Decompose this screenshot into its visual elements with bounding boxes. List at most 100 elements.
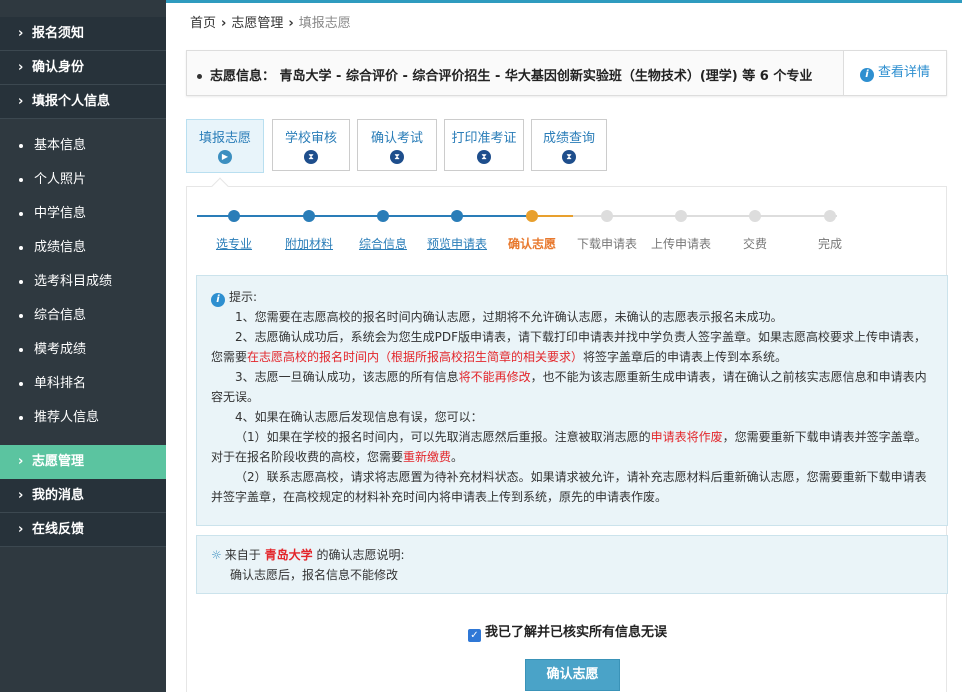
sidebar-subitem-label: 选考科目成绩 <box>34 274 113 289</box>
sidebar-subitem-scores[interactable]: 成绩信息 <box>0 231 166 265</box>
hourglass-icon: ⧗ <box>390 150 404 164</box>
step-attachments[interactable]: 附加材料 <box>285 235 333 252</box>
breadcrumb: 首页 › 志愿管理 › 填报志愿 <box>190 12 351 31</box>
play-icon: ▶ <box>218 150 232 164</box>
bullet-icon <box>19 314 23 318</box>
sidebar-item-label: 我的消息 <box>32 488 85 503</box>
sidebar-subitem-label: 模考成绩 <box>34 342 87 357</box>
bullet-icon <box>197 74 202 79</box>
sidebar: › 报名须知 › 确认身份 › 填报个人信息 基本信息 个人照片 中学信息 成绩信息 … <box>0 0 166 692</box>
step-dot-done <box>451 210 463 222</box>
tab-label: 确认考试 <box>370 131 423 146</box>
sidebar-subitem-school[interactable]: 中学信息 <box>0 197 166 231</box>
sidebar-item-label: 志愿管理 <box>32 454 85 469</box>
chevron-right-icon: › <box>18 488 24 503</box>
sidebar-subitem-label: 成绩信息 <box>34 240 87 255</box>
step-dot-done <box>377 210 389 222</box>
tip-item-1: 1、您需要在志愿高校的报名时间内确认志愿，过期将不允许确认志愿，未确认的志愿表示… <box>235 310 783 324</box>
step-dot-todo <box>601 210 613 222</box>
sidebar-subitem-referee[interactable]: 推荐人信息 <box>0 401 166 435</box>
bullet-icon <box>19 348 23 352</box>
tab-label: 填报志愿 <box>198 131 251 146</box>
lightbulb-icon: ☼ <box>211 548 222 562</box>
breadcrumb-parent[interactable]: 志愿管理 <box>231 16 283 31</box>
sidebar-subitem-label: 单科排名 <box>34 376 87 391</box>
application-info-bar: 志愿信息： 青岛大学 - 综合评价 - 综合评价招生 - 华大基因创新实验班（生… <box>186 50 947 96</box>
tip-item-4: 4、如果在确认志愿后发现信息有误，您可以： <box>235 410 483 424</box>
sidebar-subitem-label: 中学信息 <box>34 206 87 221</box>
hourglass-icon: ⧗ <box>477 150 491 164</box>
sidebar-item-label: 报名须知 <box>32 26 85 41</box>
bullet-icon <box>19 416 23 420</box>
tip-item-6: （2）联系志愿高校，请求将志愿置为待补充材料状态。如果请求被允许，请补充志愿材料… <box>211 470 927 504</box>
tab-print-admission[interactable]: 打印准考证 ⧗ <box>444 119 524 171</box>
step-dot-todo <box>824 210 836 222</box>
step-dot-done <box>228 210 240 222</box>
school-name: 青岛大学 <box>264 548 313 562</box>
tip-title: i 提示: <box>211 287 933 307</box>
school-note-box: ☼ 来自于 青岛大学 的确认志愿说明: 确认志愿后，报名信息不能修改 <box>196 535 948 594</box>
step-dot-current <box>526 210 538 222</box>
sidebar-subitem-label: 推荐人信息 <box>34 410 100 425</box>
bullet-icon <box>19 246 23 250</box>
bullet-icon <box>19 178 23 182</box>
sidebar-subitem-mock-scores[interactable]: 模考成绩 <box>0 333 166 367</box>
step-comprehensive-info[interactable]: 综合信息 <box>359 235 407 252</box>
bullet-icon <box>19 280 23 284</box>
sidebar-item-personal-info[interactable]: › 填报个人信息 <box>0 85 166 119</box>
sidebar-item-label: 在线反馈 <box>32 522 85 537</box>
tab-label: 成绩查询 <box>542 131 595 146</box>
sidebar-item-feedback[interactable]: › 在线反馈 <box>0 513 166 547</box>
tip-item-2: 2、志愿确认成功后，系统会为您生成PDF版申请表，请下载打印申请表并找中学负责人… <box>211 330 927 364</box>
breadcrumb-separator-icon: › <box>221 16 227 31</box>
panel-arrow <box>211 177 229 195</box>
step-payment: 交费 <box>742 237 768 251</box>
checkbox-checked-icon[interactable]: ✓ <box>468 629 481 642</box>
view-details-label: 查看详情 <box>877 65 930 80</box>
hourglass-icon: ⧗ <box>562 150 576 164</box>
school-note-body: 确认志愿后，报名信息不能修改 <box>230 568 399 582</box>
bullet-icon <box>19 382 23 386</box>
confirm-application-button[interactable]: 确认志愿 <box>525 659 620 691</box>
chevron-right-icon: › <box>18 454 24 469</box>
sidebar-subitem-label: 个人照片 <box>34 172 87 187</box>
breadcrumb-home[interactable]: 首页 <box>190 16 216 31</box>
step-select-major[interactable]: 选专业 <box>216 235 252 252</box>
step-dot-todo <box>749 210 761 222</box>
sidebar-item-confirm-identity[interactable]: › 确认身份 <box>0 51 166 85</box>
sidebar-subitem-comprehensive[interactable]: 综合信息 <box>0 299 166 333</box>
info-icon: i <box>859 68 874 82</box>
sidebar-subitem-label: 综合信息 <box>34 308 87 323</box>
sidebar-item-application-management[interactable]: › 志愿管理 <box>0 445 166 479</box>
step-preview-form[interactable]: 预览申请表 <box>427 235 487 252</box>
view-details-button[interactable]: i 查看详情 <box>843 51 946 95</box>
tab-label: 打印准考证 <box>451 131 517 146</box>
sidebar-subitem-elective-scores[interactable]: 选考科目成绩 <box>0 265 166 299</box>
step-complete: 完成 <box>817 237 843 251</box>
application-info: 志愿信息： 青岛大学 - 综合评价 - 综合评价招生 - 华大基因创新实验班（生… <box>197 65 812 84</box>
chevron-right-icon: › <box>18 60 24 75</box>
sidebar-subitem-photo[interactable]: 个人照片 <box>0 163 166 197</box>
sidebar-subitem-basic-info[interactable]: 基本信息 <box>0 129 166 163</box>
step-panel: 选专业 附加材料 综合信息 预览申请表 确认志愿 下载申请表 上传申请表 交费 … <box>186 177 948 692</box>
tab-fill-application[interactable]: 填报志愿 ▶ <box>186 119 264 173</box>
sidebar-item-notice[interactable]: › 报名须知 <box>0 17 166 51</box>
bullet-icon <box>19 144 23 148</box>
step-dot-todo <box>675 210 687 222</box>
tab-school-review[interactable]: 学校审核 ⧗ <box>272 119 350 171</box>
sidebar-item-label: 确认身份 <box>32 60 85 75</box>
school-note-header: ☼ 来自于 青岛大学 的确认志愿说明: <box>211 548 405 562</box>
sidebar-item-messages[interactable]: › 我的消息 <box>0 479 166 513</box>
hourglass-icon: ⧗ <box>304 150 318 164</box>
tab-confirm-exam[interactable]: 确认考试 ⧗ <box>357 119 437 171</box>
step-dot-done <box>303 210 315 222</box>
chevron-right-icon: › <box>18 522 24 537</box>
sidebar-subitem-subject-rank[interactable]: 单科排名 <box>0 367 166 401</box>
tab-score-query[interactable]: 成绩查询 ⧗ <box>531 119 607 171</box>
progress-steps: 选专业 附加材料 综合信息 预览申请表 确认志愿 下载申请表 上传申请表 交费 … <box>187 207 948 257</box>
sidebar-item-label: 填报个人信息 <box>32 94 111 109</box>
progress-line-current <box>533 215 573 217</box>
main-content: 首页 › 志愿管理 › 填报志愿 志愿信息： 青岛大学 - 综合评价 - 综合评价招生 … <box>166 0 962 692</box>
bullet-icon <box>19 212 23 216</box>
agree-checkbox-row[interactable]: ✓ 我已了解并已核实所有信息无误 <box>468 621 667 642</box>
